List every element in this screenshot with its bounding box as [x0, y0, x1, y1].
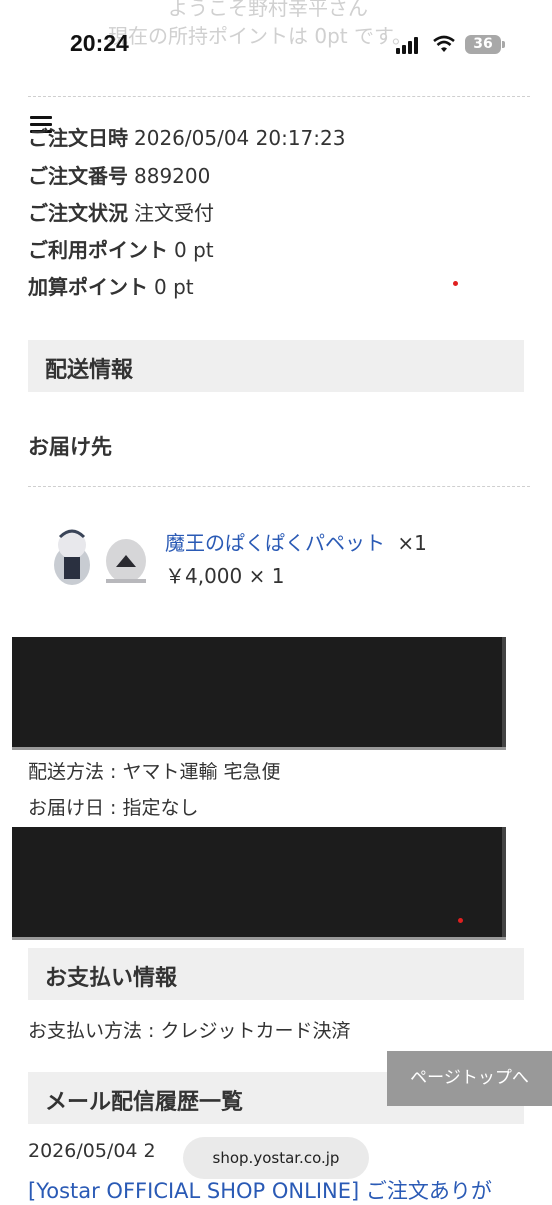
order-status-value: 注文受付 — [134, 201, 214, 225]
product-qty: ×1 — [397, 531, 427, 555]
status-time: 20:24 — [70, 30, 129, 56]
red-dot — [458, 918, 463, 923]
destination-label: お届け先 — [28, 435, 112, 459]
welcome-text: ようこそ野村幸平さん — [168, 0, 368, 20]
order-date-value: 2026/05/04 20:17:23 — [134, 126, 346, 150]
used-points-label: ご利用ポイント — [28, 238, 168, 262]
wifi-icon — [433, 35, 455, 52]
points-text: 現在の所持ポイントは 0pt です。 — [108, 24, 412, 48]
payment-method: お支払い方法 : クレジットカード決済 — [28, 1020, 351, 1042]
payment-section-header: お支払い情報 — [28, 948, 524, 1000]
order-number-label: ご注文番号 — [28, 164, 128, 188]
used-points-value: 0 pt — [174, 238, 214, 262]
order-number-value: 889200 — [134, 164, 211, 188]
mail-title-link[interactable]: [Yostar OFFICIAL SHOP ONLINE] ご注文ありが — [28, 1175, 492, 1205]
product-line: 魔王のぱくぱくパペット ×1 — [165, 527, 427, 556]
redacted-block — [12, 827, 506, 937]
url-bar[interactable]: shop.yostar.co.jp — [183, 1137, 369, 1179]
used-points-row: ご利用ポイント 0 pt — [28, 234, 214, 263]
added-points-value: 0 pt — [154, 275, 194, 299]
shipping-method: 配送方法 : ヤマト運輸 宅急便 — [28, 761, 281, 783]
redacted-block — [12, 637, 506, 747]
order-date-row: ご注文日時 2026/05/04 20:17:23 — [28, 122, 345, 151]
battery-cap — [502, 41, 505, 48]
added-points-label: 加算ポイント — [28, 275, 148, 299]
payment-section-title: お支払い情報 — [45, 966, 178, 991]
divider — [28, 486, 530, 487]
product-thumbnail[interactable] — [46, 521, 156, 585]
added-points-row: 加算ポイント 0 pt — [28, 271, 194, 300]
red-dot — [453, 281, 458, 286]
order-status-label: ご注文状況 — [28, 201, 128, 225]
mail-date: 2026/05/04 2 — [28, 1140, 156, 1162]
order-status-row: ご注文状況 注文受付 — [28, 197, 214, 226]
divider — [28, 96, 530, 97]
battery-icon: 36 — [465, 35, 501, 54]
mail-section-title: メール配信履歴一覧 — [45, 1090, 244, 1115]
page-top-button[interactable]: ページトップへ — [387, 1051, 552, 1106]
product-price: ￥4,000 × 1 — [165, 564, 285, 588]
order-date-label: ご注文日時 — [28, 126, 128, 150]
product-name-link[interactable]: 魔王のぱくぱくパペット — [165, 531, 385, 555]
order-number-row: ご注文番号 889200 — [28, 160, 210, 189]
shipping-section-header: 配送情報 — [28, 340, 524, 392]
delivery-date: お届け日 : 指定なし — [28, 797, 199, 819]
shipping-section-title: 配送情報 — [45, 358, 134, 383]
cellular-signal-icon — [396, 36, 422, 54]
